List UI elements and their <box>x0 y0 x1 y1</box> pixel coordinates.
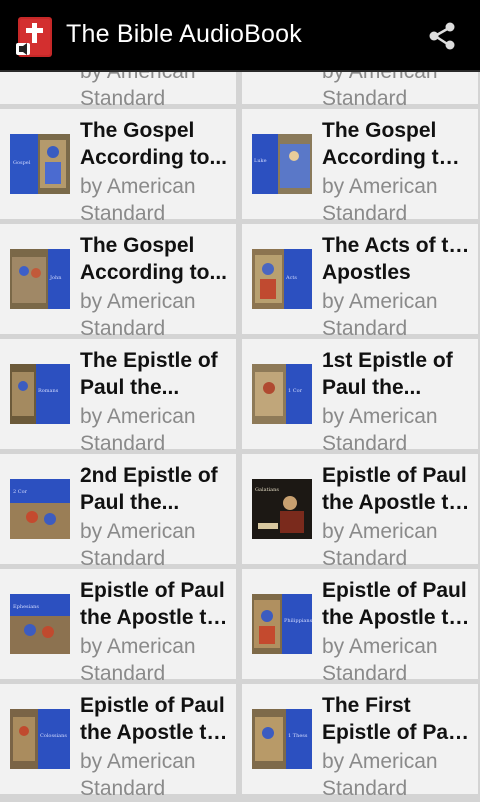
app-bible-icon[interactable] <box>14 15 58 59</box>
action-bar-divider <box>0 70 480 72</box>
book-cover-image: John <box>10 249 70 309</box>
book-title: Epistle of Paul the Apostle to... <box>322 464 472 514</box>
book-title: Epistle of Paul the Apostle to... <box>80 694 230 744</box>
book-card[interactable]: Acts The Acts of the Apostles by American… <box>242 224 478 340</box>
book-card[interactable]: 1 Thess The First Epistle of Paul... by A… <box>242 684 478 800</box>
book-cover-image: Colossians <box>10 709 70 769</box>
book-cover-image: Philippians <box>252 594 312 654</box>
svg-text:Galatians: Galatians <box>255 487 279 493</box>
book-author: by AmericanStandard <box>322 635 438 685</box>
book-title: The Gospel According to... <box>80 119 227 169</box>
book-title: 1st Epistle of Paul the... <box>322 349 453 399</box>
book-author: by AmericanStandard <box>322 520 438 570</box>
svg-text:Romans: Romans <box>38 388 59 394</box>
book-card[interactable]: Galatians Epistle of Paul the Apostle to.… <box>242 454 478 570</box>
book-card[interactable]: Gospel The Gospel According to... by Amer… <box>0 109 236 225</box>
book-author: by AmericanStandard <box>80 635 196 685</box>
svg-text:Colossians: Colossians <box>40 733 67 739</box>
book-card[interactable]: Philippians Epistle of Paul the Apostle t… <box>242 569 478 685</box>
book-cover-image: Gospel <box>10 134 70 194</box>
book-cover-image: Acts <box>252 249 312 309</box>
book-card[interactable]: Colossians Epistle of Paul the Apostle to… <box>0 684 236 800</box>
svg-text:Acts: Acts <box>285 275 297 281</box>
svg-text:Gospel: Gospel <box>13 160 31 166</box>
action-bar: The Bible AudioBook <box>0 0 480 72</box>
book-author: by AmericanStandard <box>322 290 438 340</box>
book-cover-image: Luke <box>252 134 312 194</box>
svg-text:Ephesians: Ephesians <box>13 604 39 610</box>
book-title: 2nd Epistle of Paul the... <box>80 464 218 514</box>
book-author: by AmericanStandard <box>80 405 196 455</box>
share-button[interactable] <box>420 16 464 56</box>
book-author: by AmericanStandard <box>322 750 438 800</box>
book-title: The Acts of the Apostles <box>322 234 472 284</box>
book-card[interactable]: Luke The Gospel According to ... by Ameri… <box>242 109 478 225</box>
svg-text:2 Cor: 2 Cor <box>13 489 28 495</box>
book-card[interactable]: Ephesians Epistle of Paul the Apostle to.… <box>0 569 236 685</box>
book-card[interactable]: 1 Cor 1st Epistle of Paul the... by Ameri… <box>242 339 478 455</box>
svg-text:Philippians: Philippians <box>284 618 312 624</box>
svg-text:1 Thess: 1 Thess <box>288 733 308 739</box>
book-cover-image: 1 Cor <box>252 364 312 424</box>
book-author: by AmericanStandard <box>80 750 196 800</box>
book-title: Epistle of Paul the Apostle to... <box>80 579 230 629</box>
book-author: by AmericanStandard <box>80 520 196 570</box>
share-icon <box>429 22 455 50</box>
svg-text:John: John <box>49 275 62 281</box>
book-card[interactable]: John The Gospel According to... by Americ… <box>0 224 236 340</box>
book-author: by AmericanStandard <box>322 175 438 225</box>
book-card[interactable]: Romans The Epistle of Paul the... by Amer… <box>0 339 236 455</box>
book-author: by AmericanStandard <box>322 405 438 455</box>
book-cover-image: Romans <box>10 364 70 424</box>
book-card[interactable]: 2 Cor 2nd Epistle of Paul the... by Ameri… <box>0 454 236 570</box>
book-cover-image: 2 Cor <box>10 479 70 539</box>
book-cover-image: 1 Thess <box>252 709 312 769</box>
book-cover-image: Galatians <box>252 479 312 539</box>
svg-text:Luke: Luke <box>254 158 267 164</box>
book-grid: by AmericanStandard by AmericanStandard … <box>0 0 480 800</box>
book-title: Epistle of Paul the Apostle to... <box>322 579 472 629</box>
book-author: by AmericanStandard <box>80 175 196 225</box>
book-title: The Gospel According to ... <box>322 119 472 169</box>
svg-text:1 Cor: 1 Cor <box>288 388 303 394</box>
book-title: The Gospel According to... <box>80 234 227 284</box>
book-cover-image: Ephesians <box>10 594 70 654</box>
book-title: The First Epistle of Paul... <box>322 694 472 744</box>
book-title: The Epistle of Paul the... <box>80 349 218 399</box>
book-author: by AmericanStandard <box>80 290 196 340</box>
app-title: The Bible AudioBook <box>66 20 302 48</box>
